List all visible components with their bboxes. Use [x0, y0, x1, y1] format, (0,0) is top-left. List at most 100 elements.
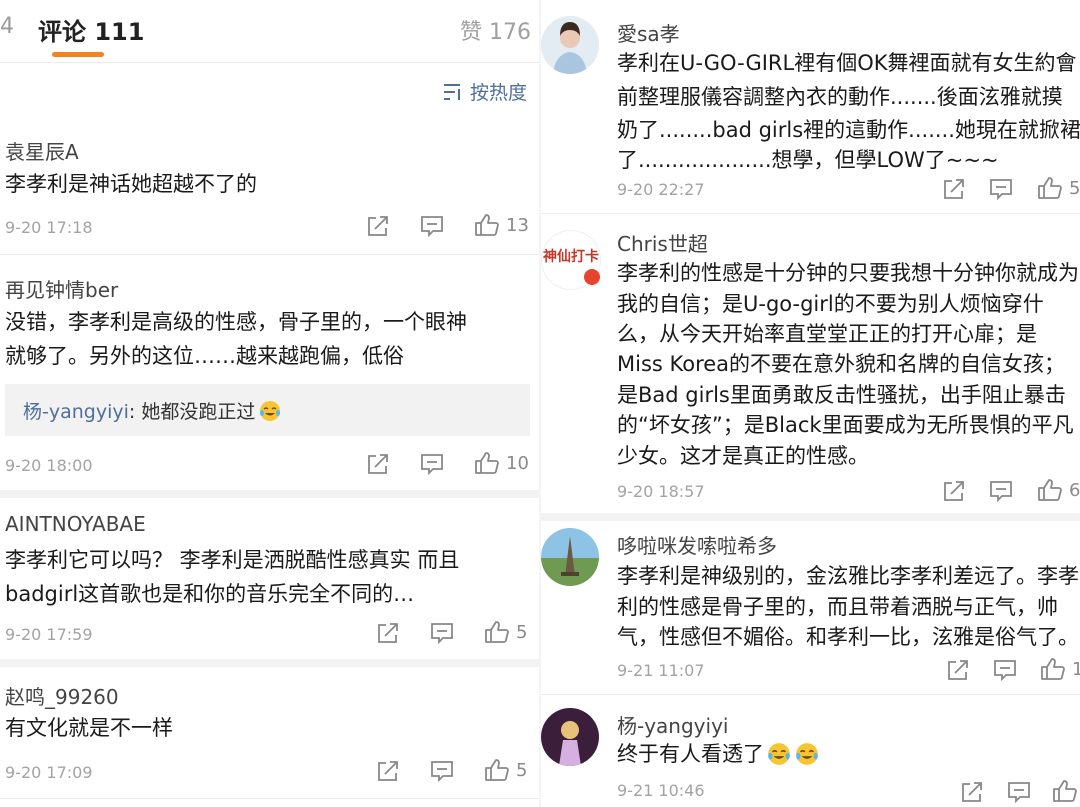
- comment-button[interactable]: [420, 453, 444, 475]
- like-count: 5: [516, 621, 528, 643]
- share-button[interactable]: [376, 760, 400, 782]
- comment-time: 9-20 18:00: [5, 456, 93, 475]
- comment-text-line: 孝利在U-GO-GIRL裡有個OK舞裡面就有女生約會: [617, 51, 1077, 75]
- comment-divider: [0, 490, 540, 498]
- comment-divider: [0, 254, 540, 255]
- comment-divider: [0, 798, 540, 799]
- comment-text-line: 李孝利是神级别的，金泫雅比李孝利差远了。李孝: [617, 564, 1079, 588]
- like-button[interactable]: 6: [1037, 478, 1080, 502]
- comment-text-line: 利的性感是骨子里的，而且带着洒脱与正气，帅: [617, 595, 1058, 619]
- share-button[interactable]: [366, 215, 390, 237]
- share-icon: [378, 761, 398, 781]
- like-button[interactable]: 13: [474, 213, 529, 237]
- tab-likes[interactable]: 赞 176: [460, 14, 531, 46]
- share-icon: [368, 216, 388, 236]
- comment-username[interactable]: AINTNOYABAE: [5, 512, 146, 536]
- comment-button[interactable]: [430, 622, 454, 644]
- reply-box[interactable]: 杨-yangyiyi : 她都没跑正过: [5, 384, 530, 436]
- comment-divider: [541, 213, 1080, 214]
- comment-divider: [541, 513, 1080, 521]
- truncated-tab-count: 4: [0, 14, 14, 39]
- comment-text-line: 前整理服儀容調整內衣的動作.......後面泫雅就摸: [617, 85, 1063, 109]
- comment-time: 9-20 17:59: [5, 625, 93, 644]
- share-icon: [962, 782, 982, 802]
- like-count: 1: [1072, 658, 1080, 680]
- reply-username[interactable]: 杨-yangyiyi: [23, 397, 129, 424]
- comment-text-line: Miss Korea的不要在意外貌和名牌的自信女孩；: [617, 352, 1066, 376]
- comment-text-line: 了....................想學，但學LOW了~~~: [617, 148, 999, 172]
- comment-time: 9-20 17:09: [5, 763, 93, 782]
- share-button[interactable]: [376, 622, 400, 644]
- avatar[interactable]: [541, 16, 599, 74]
- share-button[interactable]: [942, 178, 966, 200]
- thumbs-up-icon: [1053, 780, 1077, 802]
- comment-username[interactable]: 再见钟情ber: [5, 274, 118, 303]
- like-button[interactable]: 10: [474, 451, 529, 475]
- comment-icon: [990, 179, 1012, 200]
- comment-text-line: 的“坏女孩”；是Black里面要成为无所畏惧的平凡: [617, 413, 1074, 437]
- sort-label: 按热度: [470, 82, 528, 104]
- comment-button[interactable]: [993, 659, 1017, 681]
- comment-text: 李孝利是神话她超越不了的: [5, 172, 257, 196]
- comment-username[interactable]: 袁星辰A: [5, 136, 79, 165]
- comment-text-line: 气，性感但不媚俗。和孝利一比，泫雅是俗气了。: [617, 625, 1079, 649]
- comment-text-line: 奶了........bad girls裡的這動作.......她現在就掀裙: [617, 118, 1080, 142]
- thumbs-up-icon: [1038, 479, 1062, 501]
- comment-text-line: 李孝利的性感是十分钟的只要我想十分钟你就成为: [617, 261, 1079, 285]
- like-button[interactable]: 5: [484, 620, 527, 644]
- comment-divider: [0, 659, 540, 667]
- comment-text-line: 就够了。另外的这位……越来越跑偏，低俗: [5, 344, 404, 368]
- comment-time: 9-20 17:18: [5, 218, 93, 237]
- comment-text-line: 李孝利它可以吗？ 李孝利是洒脱酷性感真实 而且: [5, 548, 460, 572]
- comment-username[interactable]: Chris世超: [617, 228, 708, 257]
- like-button[interactable]: 1: [1040, 657, 1080, 681]
- comment-text-line: 是Bad girls里面勇敢反击性骚扰，出手阻止暴击: [617, 383, 1066, 407]
- like-count: 6: [1069, 479, 1080, 501]
- comment-divider: [541, 694, 1080, 695]
- comment-button[interactable]: [420, 215, 444, 237]
- comment-username[interactable]: 杨-yangyiyi: [617, 710, 728, 739]
- comment-icon: [431, 761, 453, 782]
- share-button[interactable]: [946, 659, 970, 681]
- laughing-crying-emoji-icon: [260, 400, 281, 421]
- comment-text-row: 终于有人看透了: [617, 737, 820, 771]
- comment-time: 9-21 10:46: [617, 781, 705, 800]
- comment-button[interactable]: [989, 178, 1013, 200]
- share-icon: [948, 660, 968, 680]
- header-divider: [0, 62, 540, 63]
- comment-username[interactable]: 哆啦咪发嗦啦希多: [617, 530, 777, 559]
- comment-text-line: 少女。这才是真正的性感。: [617, 444, 869, 468]
- comment-button[interactable]: [989, 480, 1013, 502]
- share-icon: [944, 179, 964, 199]
- like-button[interactable]: 5: [484, 758, 527, 782]
- comment-icon: [990, 481, 1012, 502]
- thumbs-up-icon: [1038, 177, 1062, 199]
- tab-comments[interactable]: 评论 111: [38, 12, 144, 47]
- comment-text: 有文化就是不一样: [5, 716, 173, 740]
- like-count: 10: [506, 452, 529, 474]
- verified-badge-icon: [582, 267, 602, 287]
- avatar-image: [541, 528, 599, 586]
- comment-username[interactable]: 赵鸣_99260: [5, 681, 119, 710]
- thumbs-up-icon: [485, 759, 509, 781]
- like-button[interactable]: [1052, 779, 1078, 803]
- comment-button[interactable]: [430, 760, 454, 782]
- comment-text-line: 么，从今天开始率直堂堂正正的打开心扉；是: [617, 322, 1037, 346]
- share-button[interactable]: [366, 453, 390, 475]
- comment-icon: [421, 454, 443, 475]
- share-icon: [368, 454, 388, 474]
- like-count: 5: [1069, 177, 1080, 199]
- avatar[interactable]: [541, 528, 599, 586]
- comment-username[interactable]: 愛sa孝: [617, 18, 680, 47]
- like-button[interactable]: 5: [1037, 176, 1080, 200]
- sort-button[interactable]: 按热度: [442, 78, 527, 105]
- share-button[interactable]: [960, 781, 984, 803]
- comment-button[interactable]: [1007, 781, 1031, 803]
- avatar[interactable]: [541, 708, 599, 766]
- comment-time: 9-21 11:07: [617, 661, 705, 680]
- active-tab-indicator: [52, 52, 104, 57]
- comment-icon: [1008, 782, 1030, 803]
- share-button[interactable]: [942, 480, 966, 502]
- comment-text-line: 没错，李孝利是高级的性感，骨子里的，一个眼神: [5, 310, 467, 334]
- share-icon: [378, 623, 398, 643]
